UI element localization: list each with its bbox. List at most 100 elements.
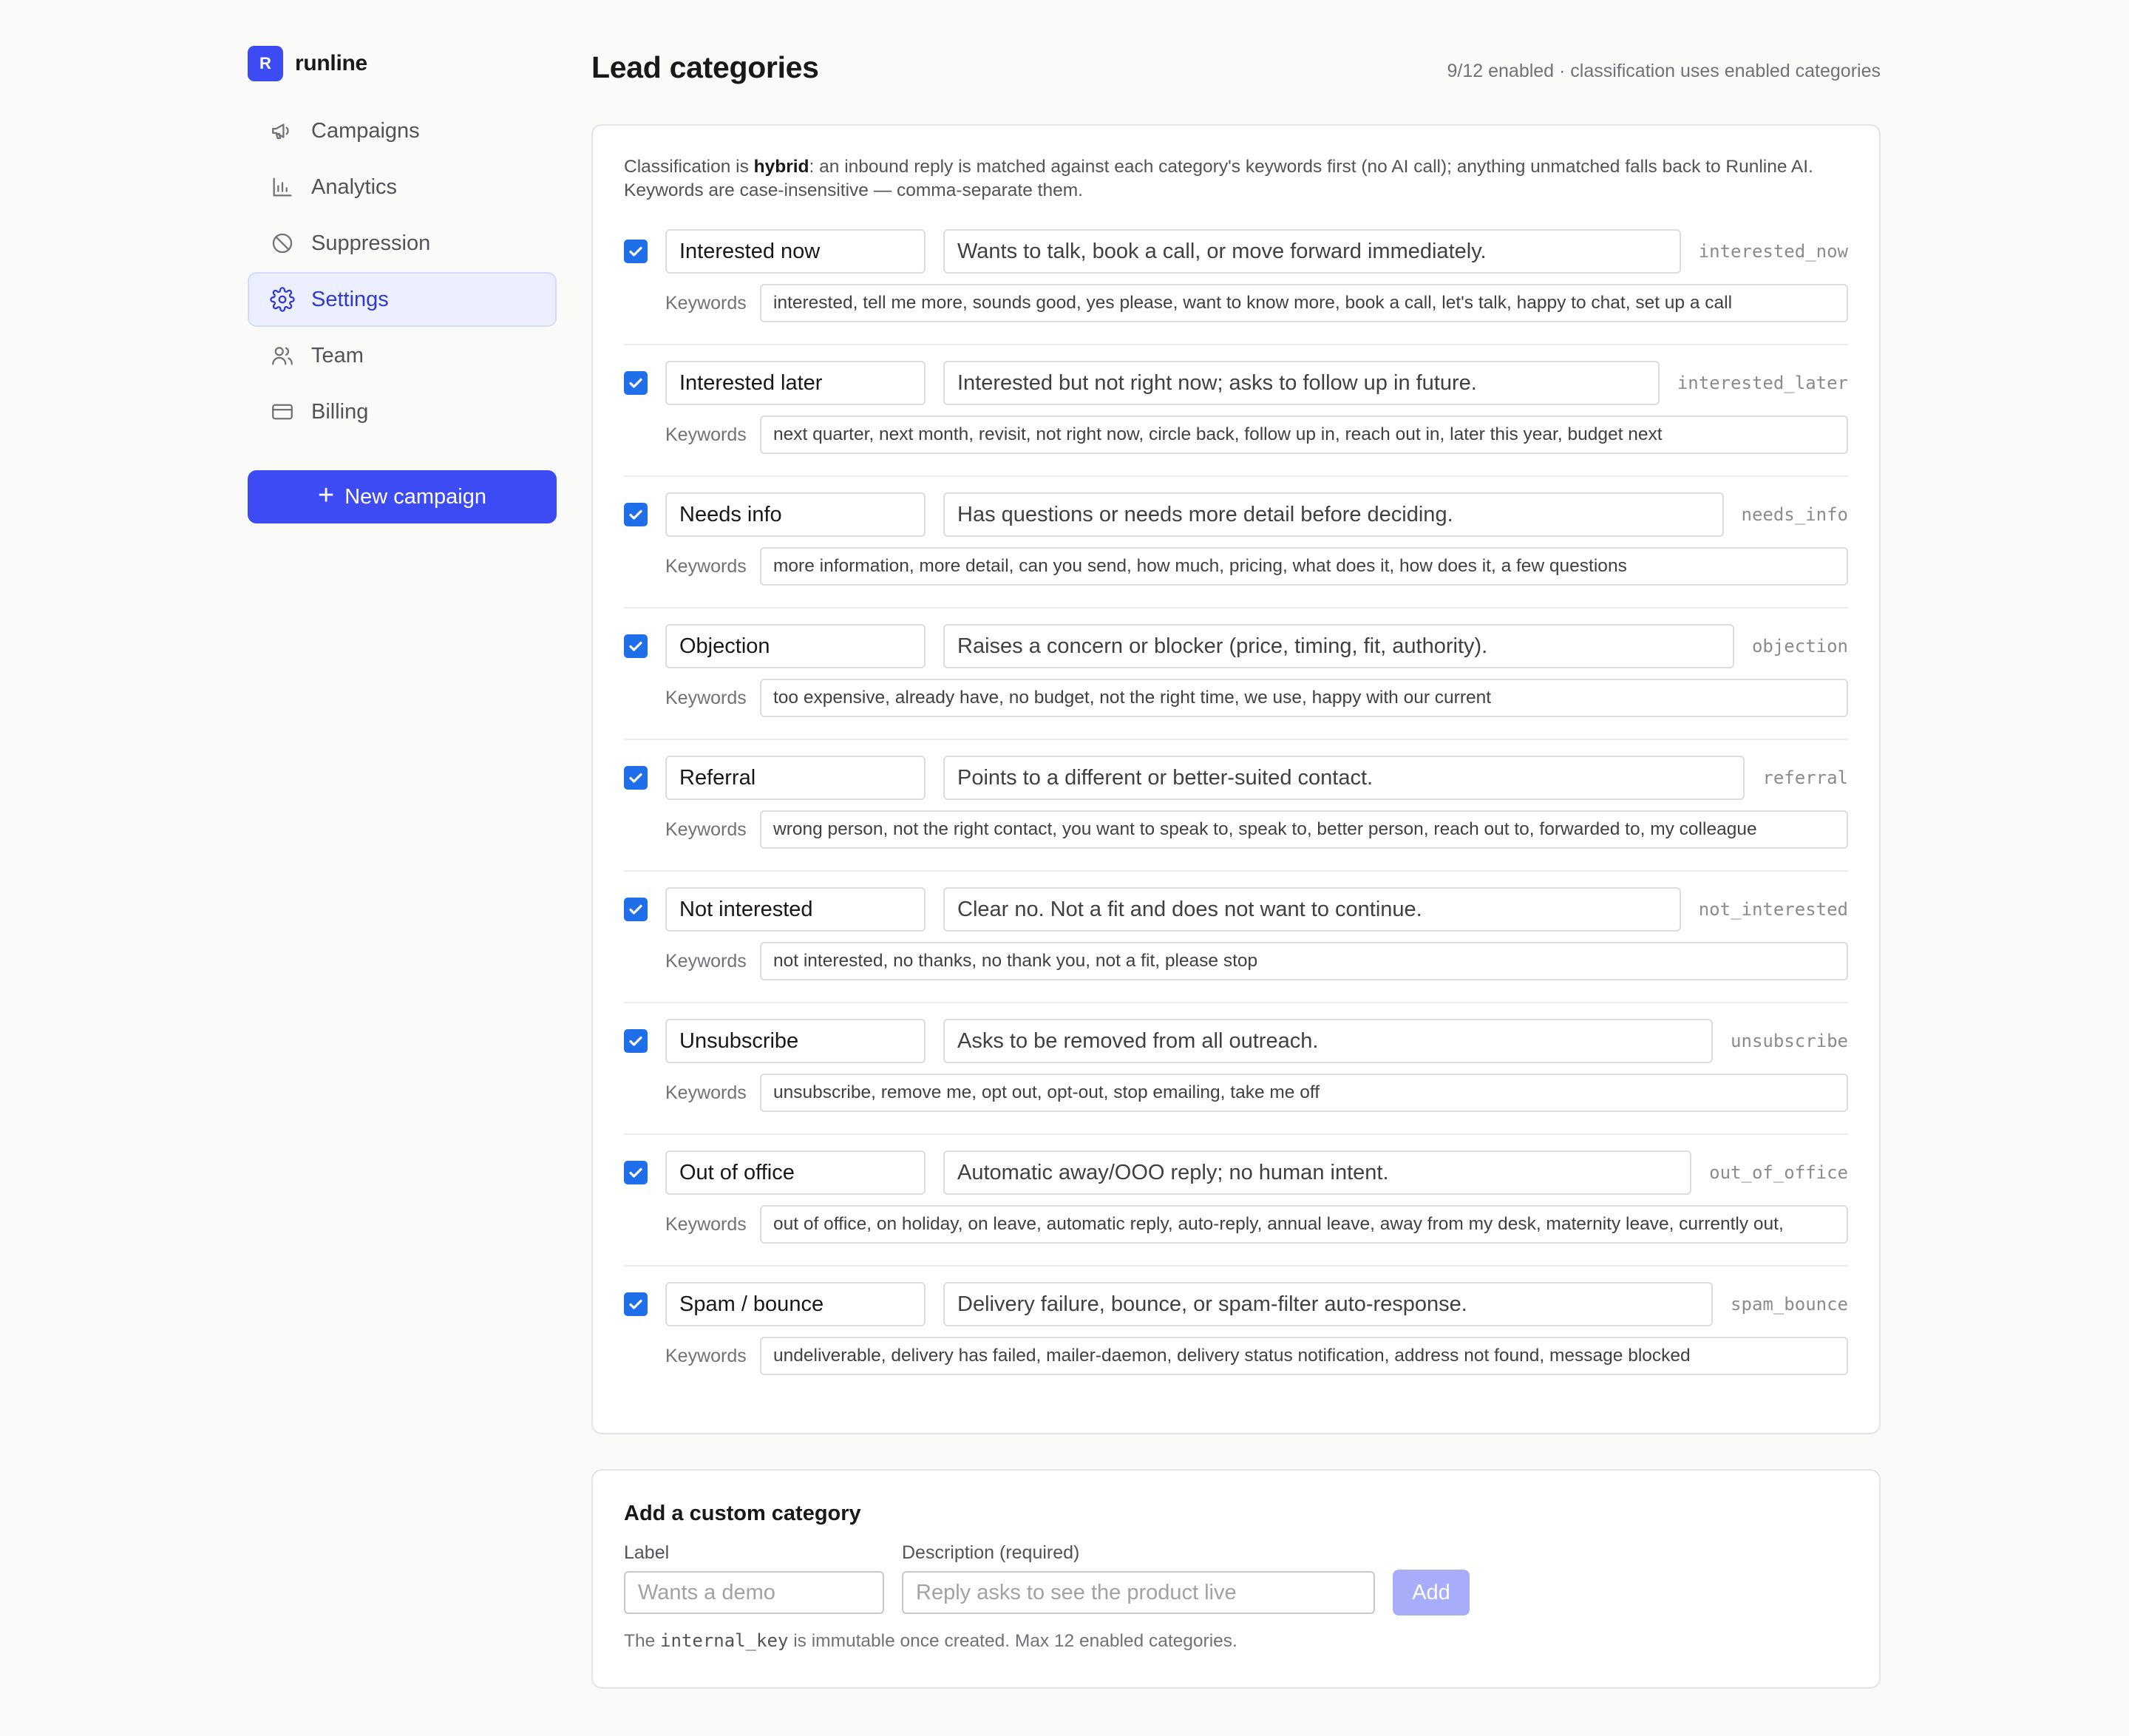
category-row: Unsubscribe Asks to be removed from all o…	[624, 1019, 1848, 1135]
sidebar-item-label: Suppression	[311, 231, 431, 255]
intro-text: Classification is	[624, 157, 754, 177]
check-icon	[629, 1299, 642, 1309]
category-label-input[interactable]: Objection	[665, 624, 926, 668]
check-icon	[629, 246, 642, 257]
category-label-input[interactable]: Interested now	[665, 229, 926, 274]
category-row: Referral Points to a different or better-…	[624, 756, 1848, 872]
sidebar-item-label: Campaigns	[311, 118, 420, 143]
category-keywords-input[interactable]: too expensive, already have, no budget, …	[760, 679, 1848, 717]
page-title: Lead categories	[591, 50, 819, 84]
sidebar: R runline Campaigns Analytics Suppressio…	[248, 46, 557, 523]
enabled-count-meta: 9/12 enabled · classification uses enabl…	[1447, 61, 1881, 81]
add-category-note: The internal_key is immutable once creat…	[624, 1630, 1848, 1652]
category-row: Out of office Automatic away/OOO reply; n…	[624, 1150, 1848, 1267]
category-internal-key: not_interested	[1698, 899, 1848, 920]
sidebar-item-billing[interactable]: Billing	[248, 384, 557, 439]
category-row: Spam / bounce Delivery failure, bounce, o…	[624, 1282, 1848, 1398]
ban-icon	[269, 230, 296, 257]
note-text: The	[624, 1631, 661, 1651]
category-keywords-row: Keywords out of office, on holiday, on le…	[624, 1205, 1848, 1244]
category-keywords-input[interactable]: out of office, on holiday, on leave, aut…	[760, 1205, 1848, 1244]
category-enabled-checkbox[interactable]	[624, 634, 648, 658]
keywords-label: Keywords	[665, 1082, 747, 1103]
category-label-input[interactable]: Referral	[665, 756, 926, 800]
category-internal-key: referral	[1762, 767, 1848, 788]
category-enabled-checkbox[interactable]	[624, 1161, 648, 1184]
add-category-card: Add a custom category Label Wants a demo…	[591, 1469, 1881, 1689]
category-keywords-row: Keywords unsubscribe, remove me, opt out,…	[624, 1074, 1848, 1112]
check-icon	[629, 378, 642, 388]
category-enabled-checkbox[interactable]	[624, 766, 648, 790]
category-main-row: Interested now Wants to talk, book a call…	[624, 229, 1848, 274]
sidebar-item-team[interactable]: Team	[248, 328, 557, 383]
category-enabled-checkbox[interactable]	[624, 240, 648, 263]
category-enabled-checkbox[interactable]	[624, 1029, 648, 1053]
category-internal-key: needs_info	[1741, 504, 1849, 525]
category-keywords-row: Keywords more information, more detail, c…	[624, 547, 1848, 586]
category-description-input[interactable]: Has questions or needs more detail befor…	[943, 492, 1724, 537]
category-main-row: Out of office Automatic away/OOO reply; n…	[624, 1150, 1848, 1195]
category-label-input[interactable]: Needs info	[665, 492, 926, 537]
category-internal-key: unsubscribe	[1731, 1031, 1848, 1051]
sidebar-nav: Campaigns Analytics Suppression Settings…	[248, 104, 557, 439]
bar-chart-icon	[269, 174, 296, 200]
category-description-input[interactable]: Raises a concern or blocker (price, timi…	[943, 624, 1734, 668]
category-keywords-row: Keywords interested, tell me more, sounds…	[624, 284, 1848, 322]
sidebar-item-settings[interactable]: Settings	[248, 272, 557, 327]
category-keywords-input[interactable]: interested, tell me more, sounds good, y…	[760, 284, 1848, 322]
add-category-form: Label Wants a demo Description (required…	[624, 1542, 1848, 1615]
category-keywords-input[interactable]: not interested, no thanks, no thank you,…	[760, 942, 1848, 980]
category-label-input[interactable]: Out of office	[665, 1150, 926, 1195]
sidebar-item-label: Analytics	[311, 174, 398, 199]
description-field-label: Description (required)	[902, 1542, 1080, 1563]
category-enabled-checkbox[interactable]	[624, 1292, 648, 1316]
category-description-input[interactable]: Points to a different or better-suited c…	[943, 756, 1745, 800]
note-code: internal_key	[660, 1630, 789, 1651]
category-enabled-checkbox[interactable]	[624, 898, 648, 921]
sidebar-item-analytics[interactable]: Analytics	[248, 160, 557, 214]
add-category-button[interactable]: Add	[1393, 1570, 1470, 1615]
check-icon	[629, 904, 642, 915]
category-internal-key: objection	[1751, 636, 1848, 657]
new-campaign-button[interactable]: + New campaign	[248, 470, 557, 523]
category-description-input[interactable]: Automatic away/OOO reply; no human inten…	[943, 1150, 1692, 1195]
category-row: Interested now Wants to talk, book a call…	[624, 229, 1848, 345]
category-list: Interested now Wants to talk, book a call…	[624, 229, 1848, 1398]
category-description-input[interactable]: Asks to be removed from all outreach.	[943, 1019, 1714, 1063]
sidebar-item-suppression[interactable]: Suppression	[248, 216, 557, 271]
category-row: Needs info Has questions or needs more de…	[624, 492, 1848, 608]
category-keywords-input[interactable]: unsubscribe, remove me, opt out, opt-out…	[760, 1074, 1848, 1112]
gear-icon	[269, 286, 296, 313]
category-enabled-checkbox[interactable]	[624, 503, 648, 526]
add-category-title: Add a custom category	[624, 1502, 861, 1525]
keywords-label: Keywords	[665, 1345, 747, 1366]
category-label-input[interactable]: Interested later	[665, 361, 926, 405]
category-internal-key: spam_bounce	[1731, 1294, 1848, 1315]
plus-icon: +	[317, 480, 335, 511]
new-label-input[interactable]: Wants a demo	[624, 1571, 884, 1614]
category-description-input[interactable]: Interested but not right now; asks to fo…	[943, 361, 1660, 405]
category-description-input[interactable]: Clear no. Not a fit and does not want to…	[943, 887, 1681, 932]
check-icon	[629, 1036, 642, 1046]
check-icon	[629, 1167, 642, 1178]
category-label-input[interactable]: Spam / bounce	[665, 1282, 926, 1326]
keywords-label: Keywords	[665, 555, 747, 577]
category-label-input[interactable]: Unsubscribe	[665, 1019, 926, 1063]
category-main-row: Not interested Clear no. Not a fit and do…	[624, 887, 1848, 932]
category-keywords-input[interactable]: next quarter, next month, revisit, not r…	[760, 416, 1848, 454]
new-description-input[interactable]: Reply asks to see the product live	[902, 1571, 1375, 1614]
category-label-input[interactable]: Not interested	[665, 887, 926, 932]
category-description-input[interactable]: Delivery failure, bounce, or spam-filter…	[943, 1282, 1714, 1326]
category-keywords-input[interactable]: more information, more detail, can you s…	[760, 547, 1848, 586]
keywords-label: Keywords	[665, 292, 747, 313]
category-keywords-input[interactable]: wrong person, not the right contact, you…	[760, 810, 1848, 849]
category-keywords-input[interactable]: undeliverable, delivery has failed, mail…	[760, 1337, 1848, 1375]
category-description-input[interactable]: Wants to talk, book a call, or move forw…	[943, 229, 1681, 274]
new-campaign-label: New campaign	[344, 484, 487, 509]
category-enabled-checkbox[interactable]	[624, 371, 648, 395]
sidebar-item-campaigns[interactable]: Campaigns	[248, 104, 557, 158]
intro-bold: hybrid	[753, 157, 809, 177]
brand-logo: R	[248, 46, 283, 81]
category-main-row: Objection Raises a concern or blocker (pr…	[624, 624, 1848, 668]
brand[interactable]: R runline	[248, 46, 557, 81]
